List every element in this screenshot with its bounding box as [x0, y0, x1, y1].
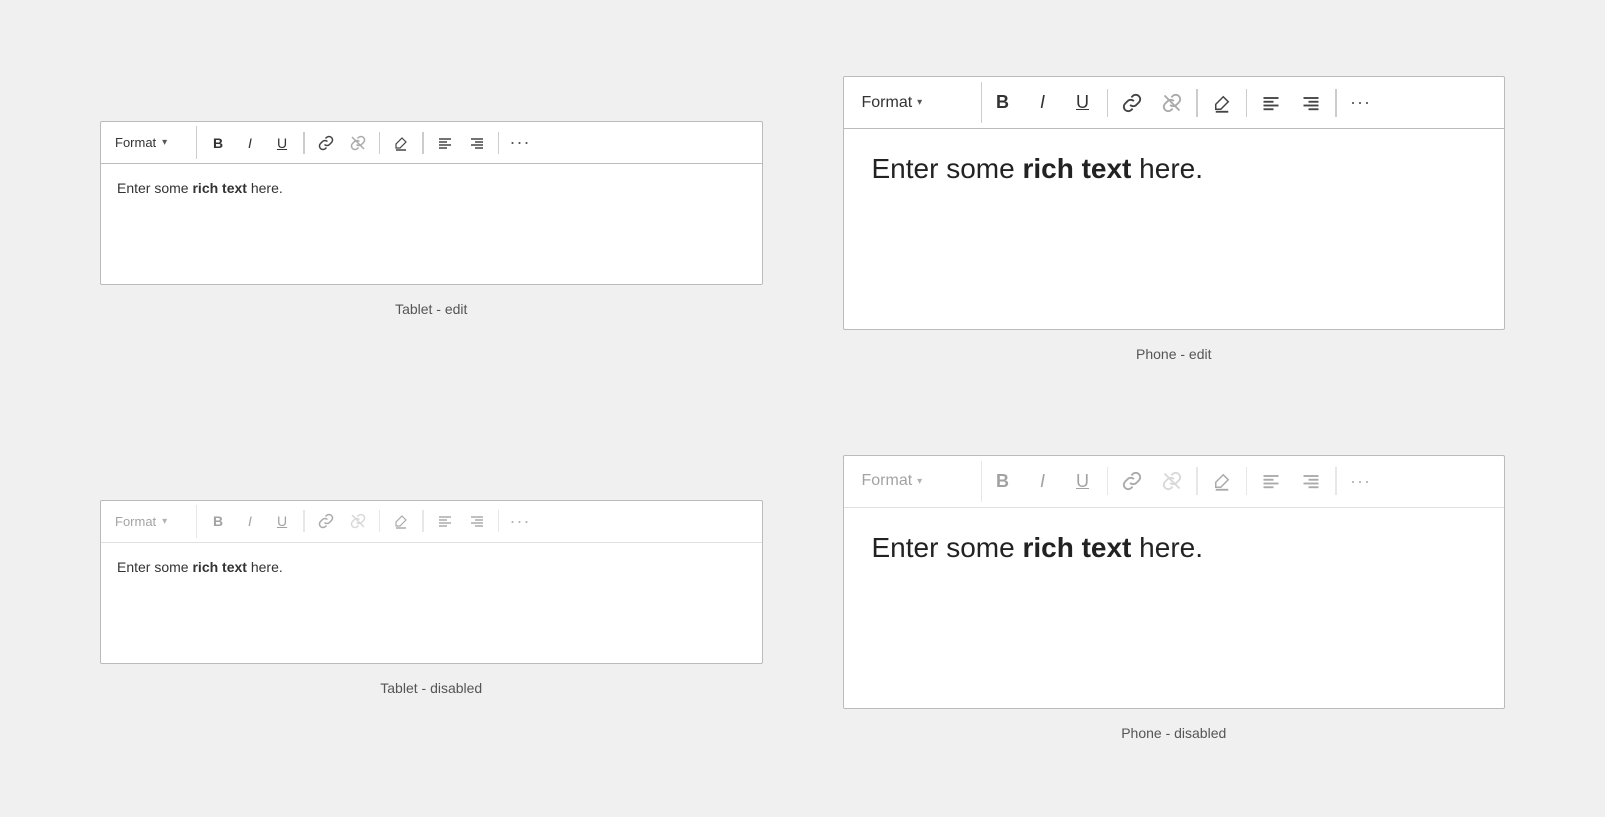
align-right-button-phone-disabled [1292, 462, 1330, 500]
underline-button-phone[interactable]: U [1064, 84, 1102, 122]
more-button-phone[interactable]: ··· [1342, 84, 1380, 122]
format-dropdown-phone-edit[interactable]: Format ▾ [852, 82, 982, 123]
italic-button-phone-disabled: I [1024, 462, 1062, 500]
phone-separator-2 [1196, 89, 1198, 117]
separator-4-disabled [498, 510, 500, 532]
link-button-phone[interactable] [1113, 84, 1151, 122]
italic-button-phone[interactable]: I [1024, 84, 1062, 122]
italic-button[interactable]: I [235, 129, 265, 157]
separator-4 [498, 132, 500, 154]
chevron-down-icon-phone-disabled: ▾ [917, 476, 922, 487]
align-left-button-disabled [430, 507, 460, 535]
underline-button-disabled: U [267, 507, 297, 535]
quadrant-tablet-disabled: Format ▾ B I U [60, 409, 803, 788]
separator-3 [422, 132, 424, 154]
quadrant-phone-edit: Format ▾ B I U [803, 30, 1546, 409]
align-right-button[interactable] [462, 129, 492, 157]
unlink-button[interactable] [343, 129, 373, 157]
bold-button-phone-disabled: B [984, 462, 1022, 500]
format-label: Format [115, 135, 156, 150]
italic-button-disabled: I [235, 507, 265, 535]
phone-disabled-toolbar: Format ▾ B I U [844, 456, 1505, 508]
chevron-down-icon-disabled: ▾ [162, 516, 167, 527]
unlink-button-phone[interactable] [1153, 84, 1191, 122]
content-bold-1: rich text [192, 180, 246, 196]
format-label-phone: Format [862, 94, 913, 112]
separator-3-disabled [422, 510, 424, 532]
phone-edit-content[interactable]: Enter some rich text here. [844, 129, 1505, 329]
bold-button[interactable]: B [203, 129, 233, 157]
phone-edit-caption: Phone - edit [1136, 346, 1212, 362]
underline-button-phone-disabled: U [1064, 462, 1102, 500]
highlight-button-disabled [386, 507, 416, 535]
phone-content-plain: Enter some [872, 153, 1023, 184]
tablet-edit-caption: Tablet - edit [395, 301, 467, 317]
align-left-button[interactable] [430, 129, 460, 157]
page-container: Format ▾ B I U [0, 0, 1605, 817]
format-dropdown-phone-disabled: Format ▾ [852, 461, 982, 502]
phone-separator-2-disabled [1196, 467, 1198, 495]
align-left-button-phone[interactable] [1252, 84, 1290, 122]
align-right-button-phone[interactable] [1292, 84, 1330, 122]
separator-1-disabled [303, 510, 305, 532]
format-label-phone-disabled: Format [862, 472, 913, 490]
phone-separator-1-disabled [1107, 467, 1109, 495]
link-button[interactable] [311, 129, 341, 157]
content-plain-disabled: Enter some [117, 559, 192, 575]
highlight-button-phone[interactable] [1203, 84, 1241, 122]
content-after-1: here. [247, 180, 283, 196]
align-right-button-disabled [462, 507, 492, 535]
separator-2-disabled [379, 510, 381, 532]
tablet-edit-editor: Format ▾ B I U [100, 121, 763, 285]
phone-content-plain-disabled: Enter some [872, 532, 1023, 563]
phone-content-after: here. [1131, 153, 1203, 184]
format-dropdown-tablet-edit[interactable]: Format ▾ [107, 126, 197, 159]
phone-disabled-editor: Format ▾ B I U [843, 455, 1506, 709]
content-after-disabled: here. [247, 559, 283, 575]
phone-content-bold-disabled: rich text [1022, 532, 1131, 563]
phone-edit-toolbar: Format ▾ B I U [844, 77, 1505, 129]
tablet-disabled-content: Enter some rich text here. [101, 543, 762, 663]
more-button-disabled: ··· [505, 507, 535, 535]
phone-disabled-caption: Phone - disabled [1121, 725, 1226, 741]
chevron-down-icon: ▾ [162, 137, 167, 148]
chevron-down-icon-phone: ▾ [917, 97, 922, 108]
more-button[interactable]: ··· [505, 129, 535, 157]
format-label-disabled: Format [115, 514, 156, 529]
link-button-phone-disabled [1113, 462, 1151, 500]
phone-disabled-content: Enter some rich text here. [844, 508, 1505, 708]
tablet-edit-toolbar: Format ▾ B I U [101, 122, 762, 164]
link-button-disabled [311, 507, 341, 535]
phone-edit-editor: Format ▾ B I U [843, 76, 1506, 330]
quadrant-tablet-edit: Format ▾ B I U [60, 30, 803, 409]
tablet-disabled-toolbar: Format ▾ B I U [101, 501, 762, 543]
unlink-button-disabled [343, 507, 373, 535]
align-left-button-phone-disabled [1252, 462, 1290, 500]
unlink-button-phone-disabled [1153, 462, 1191, 500]
more-button-phone-disabled: ··· [1342, 462, 1380, 500]
highlight-button[interactable] [386, 129, 416, 157]
bold-button-disabled: B [203, 507, 233, 535]
content-bold-disabled: rich text [192, 559, 246, 575]
phone-content-after-disabled: here. [1131, 532, 1203, 563]
tablet-disabled-caption: Tablet - disabled [380, 680, 482, 696]
highlight-button-phone-disabled [1203, 462, 1241, 500]
underline-button[interactable]: U [267, 129, 297, 157]
format-dropdown-tablet-disabled: Format ▾ [107, 505, 197, 538]
content-plain-1: Enter some [117, 180, 192, 196]
separator-1 [303, 132, 305, 154]
bold-button-phone[interactable]: B [984, 84, 1022, 122]
separator-2 [379, 132, 381, 154]
phone-separator-1 [1107, 89, 1109, 117]
phone-separator-4-disabled [1335, 467, 1337, 495]
phone-separator-3-disabled [1246, 467, 1248, 495]
phone-separator-3 [1246, 89, 1248, 117]
tablet-disabled-editor: Format ▾ B I U [100, 500, 763, 664]
quadrant-phone-disabled: Format ▾ B I U [803, 409, 1546, 788]
phone-separator-4 [1335, 89, 1337, 117]
phone-content-bold: rich text [1022, 153, 1131, 184]
tablet-edit-content[interactable]: Enter some rich text here. [101, 164, 762, 284]
